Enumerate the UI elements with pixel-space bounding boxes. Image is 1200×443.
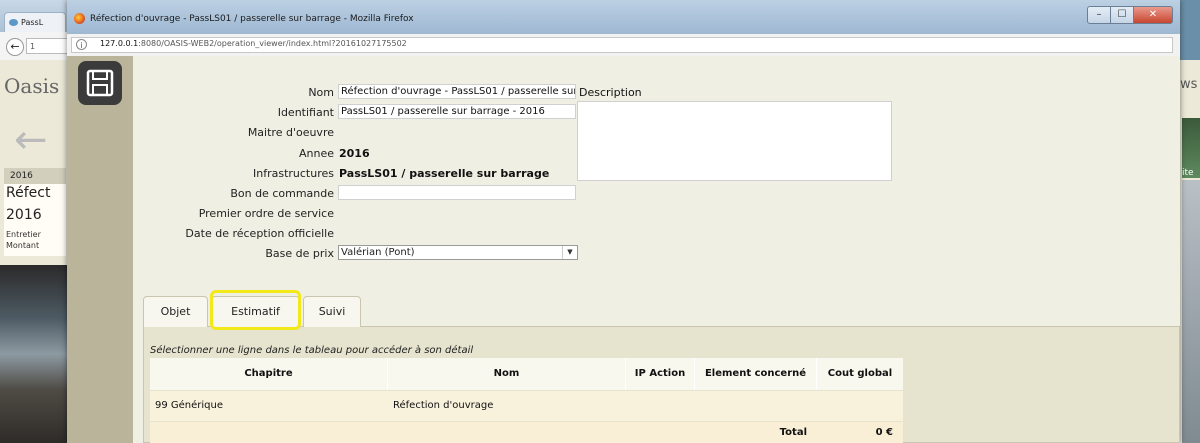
column-header-cout[interactable]: Cout global [817,358,903,390]
background-app-name: Oasis [4,74,60,98]
background-right-text: ws [1180,77,1198,92]
background-url-field[interactable]: 1 [26,38,70,54]
column-header-nom[interactable]: Nom [388,358,626,390]
base-prix-value: Valérian (Pont) [341,247,415,258]
background-back-arrow-icon: ← [14,117,48,163]
description-field[interactable] [577,101,892,181]
background-tab-label: PassL [21,18,44,27]
premier-ordre-label: Premier ordre de service [198,207,334,220]
column-header-ip-action[interactable]: IP Action [626,358,695,390]
total-value: 0 € [817,422,903,443]
identifiant-field[interactable]: PassLS01 / passerelle sur barrage - 2016 [338,104,576,119]
tab-suivi[interactable]: Suivi [303,296,361,327]
table-hint: Sélectionner une ligne dans le tableau p… [150,345,474,356]
table-cell-nom[interactable]: Réfection d'ouvrage [388,391,626,421]
chevron-down-icon[interactable]: ▼ [562,246,577,259]
url-path: :8080/OASIS-WEB2/operation_viewer/index.… [138,39,407,48]
background-year-tab[interactable]: 2016 [4,168,66,184]
highlight-annotation [210,290,301,330]
info-icon[interactable]: i [76,39,87,50]
firefox-icon [74,13,85,24]
column-header-chapitre[interactable]: Chapitre [150,358,388,390]
identifiant-label: Identifiant [277,106,334,119]
background-photo [0,265,68,443]
base-prix-label: Base de prix [265,247,334,260]
table-row[interactable]: 99 Générique [150,391,388,421]
background-card-title: Réfect [6,185,51,201]
maitre-oeuvre-label: Maitre d'oeuvre [247,126,334,139]
total-label: Total [150,422,817,443]
infrastructures-value: PassLS01 / passerelle sur barrage [339,167,550,180]
bon-commande-field[interactable] [338,185,576,200]
base-prix-select[interactable]: Valérian (Pont) [338,245,578,260]
bon-commande-label: Bon de commande [230,187,334,200]
table-cell-ip-action[interactable] [626,391,695,421]
tab-favicon-icon [9,19,18,26]
infrastructures-label: Infrastructures [252,167,334,180]
url-text: 127.0.0.1:8080/OASIS-WEB2/operation_view… [100,39,407,48]
minimize-button[interactable]: – [1087,6,1111,24]
table-cell-element[interactable] [695,391,817,421]
nom-label: Nom [308,86,334,99]
maximize-button[interactable]: ☐ [1110,6,1134,24]
annee-value: 2016 [339,147,370,160]
table-cell-cout[interactable] [817,391,903,421]
back-arrow-icon[interactable]: ← [6,38,24,56]
background-url-text: 1 [30,42,36,51]
annee-label: Annee [298,147,334,160]
tab-objet[interactable]: Objet [143,296,208,327]
background-right-photo [1182,180,1200,443]
date-reception-label: Date de réception officielle [185,227,334,240]
background-card-line: Montant [6,241,40,250]
save-button[interactable] [78,61,122,105]
close-button[interactable]: ✕ [1133,6,1173,24]
window-title: Réfection d'ouvrage - PassLS01 / passere… [90,14,414,24]
nom-field[interactable]: Réfection d'ouvrage - PassLS01 / passere… [338,84,576,99]
app-sidebar [67,56,133,443]
background-right-label: ite [1182,168,1194,178]
column-header-element[interactable]: Element concerné [695,358,817,390]
url-host: 127.0.0.1 [100,39,139,48]
floppy-disk-icon [86,69,114,97]
background-card-year: 2016 [6,207,42,223]
background-browser-tab[interactable]: PassL [4,12,66,32]
description-label: Description [579,86,642,99]
background-card-line: Entretier [6,230,41,239]
